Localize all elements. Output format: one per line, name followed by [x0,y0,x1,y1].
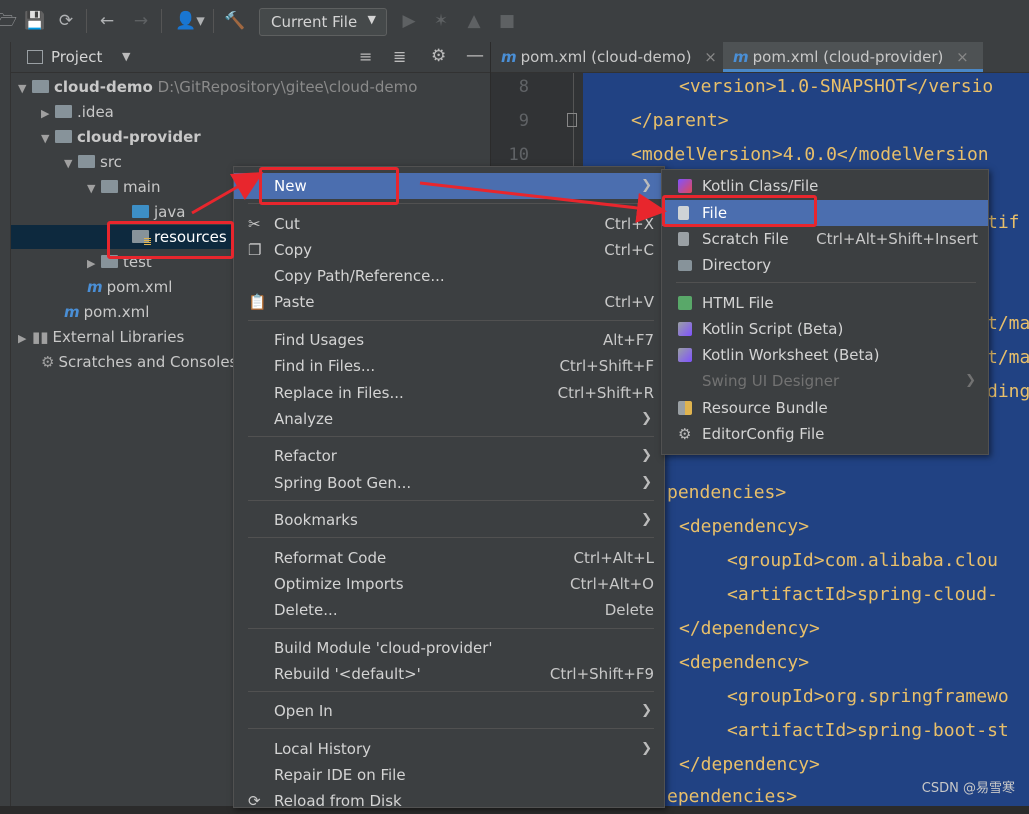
watermark: CSDN @易雪寒 [921,781,1015,796]
annotation-arrows [191,172,667,223]
annotation-arrow-to-file [419,181,667,223]
annotation-arrow-to-new [191,172,264,215]
